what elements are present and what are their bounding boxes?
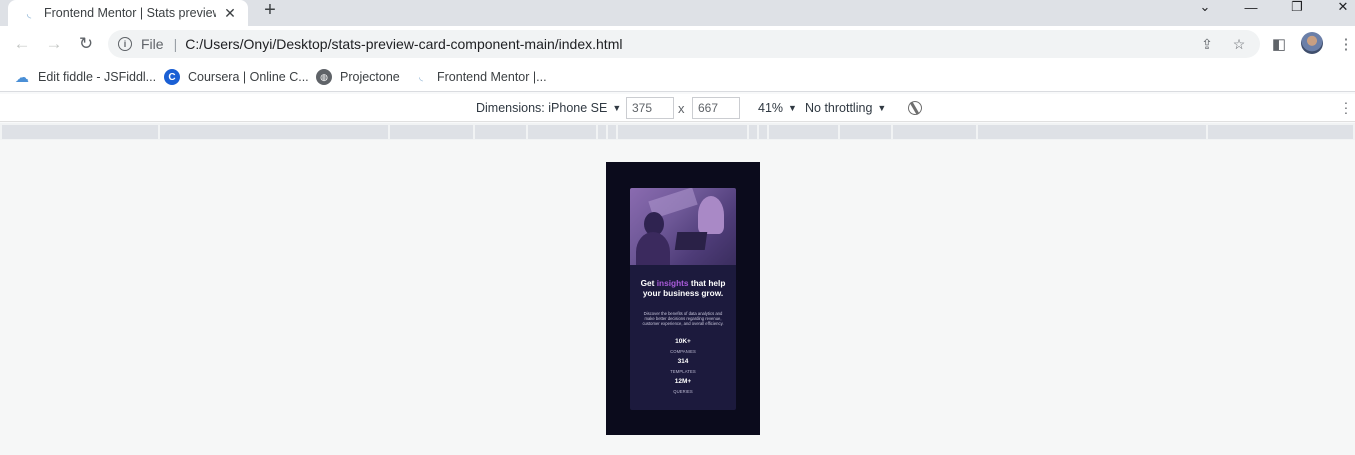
zoom-label: 41%: [758, 101, 784, 115]
bookmark-label: Projectone: [340, 70, 400, 84]
url-separator: |: [173, 36, 178, 52]
back-arrow-icon[interactable]: ←: [12, 34, 32, 54]
share-icon[interactable]: ⇪: [1198, 35, 1216, 53]
caret-down-icon: ▼: [877, 103, 887, 113]
info-icon[interactable]: i: [118, 37, 132, 51]
more-options-icon[interactable]: · · ·: [1343, 95, 1349, 119]
url-text[interactable]: C:/Users/Onyi/Desktop/stats-preview-card…: [185, 36, 622, 52]
caret-down-icon: ▼: [788, 103, 797, 113]
reload-icon[interactable]: ↻: [76, 34, 96, 54]
bookmark-frontend-mentor[interactable]: ◟ Frontend Mentor |...: [413, 68, 547, 86]
ruler-segment[interactable]: [893, 125, 976, 139]
device-dimensions-select[interactable]: Dimensions: iPhone SE ▼: [476, 101, 621, 115]
stat-templates: 314 TEMPLATES: [630, 358, 736, 375]
side-panel-icon[interactable]: ◧: [1269, 34, 1289, 54]
globe-icon: ◍: [316, 69, 332, 85]
ruler-segment[interactable]: [769, 125, 838, 139]
ruler-segment[interactable]: [1208, 125, 1353, 139]
coursera-icon: C: [164, 69, 180, 85]
ruler-segment[interactable]: [618, 125, 747, 139]
forward-arrow-icon[interactable]: →: [44, 34, 64, 54]
stat-label: COMPANIES: [670, 349, 696, 354]
profile-avatar[interactable]: [1301, 32, 1323, 54]
stat-value: 314: [677, 358, 689, 365]
ruler-segment[interactable]: [978, 125, 1206, 139]
stat-value: 10K+: [675, 338, 691, 345]
star-icon[interactable]: ☆: [1230, 35, 1248, 53]
ruler-segment[interactable]: [475, 125, 526, 139]
close-tab-icon[interactable]: ✕: [222, 5, 238, 21]
height-input[interactable]: 667: [692, 97, 740, 119]
cloud-icon: ☁: [15, 68, 29, 85]
bookmark-label: Edit fiddle - JSFiddl...: [38, 70, 157, 84]
restore-icon[interactable]: ❐: [1289, 0, 1305, 14]
bookmark-label: Frontend Mentor |...: [437, 70, 547, 84]
frontend-mentor-icon: ◟: [419, 71, 423, 83]
device-screen: Get insights that help your business gro…: [606, 162, 760, 435]
stat-companies: 10K+ COMPANIES: [630, 338, 736, 355]
width-input[interactable]: 375: [626, 97, 674, 119]
stat-label: QUERIES: [673, 389, 693, 394]
ruler-segment[interactable]: [840, 125, 891, 139]
menu-kebab-icon[interactable]: ⋮: [1336, 34, 1355, 54]
browser-toolbar: ← → ↻ i File | C:/Users/Onyi/Desktop/sta…: [0, 26, 1355, 62]
bookmark-coursera[interactable]: C Coursera | Online C...: [164, 68, 309, 86]
title-prefix: Get: [640, 278, 657, 288]
dimension-separator: x: [678, 101, 685, 116]
stat-value: 12M+: [674, 378, 692, 385]
dimensions-label: Dimensions: iPhone SE: [476, 101, 608, 115]
new-tab-icon[interactable]: +: [260, 0, 280, 20]
minimize-icon[interactable]: —: [1243, 0, 1259, 15]
caret-down-icon: ▼: [612, 103, 622, 113]
ruler-segment[interactable]: [390, 125, 473, 139]
bookmark-label: Coursera | Online C...: [188, 70, 309, 84]
stat-label: TEMPLATES: [670, 369, 696, 374]
ruler-segment[interactable]: [2, 125, 158, 139]
ruler-segment[interactable]: [528, 125, 596, 139]
stat-queries: 12M+ QUERIES: [630, 378, 736, 395]
ruler-segment[interactable]: [160, 125, 388, 139]
ruler-segment[interactable]: [749, 125, 757, 139]
zoom-select[interactable]: 41% ▼: [758, 101, 797, 115]
stats-preview-card: Get insights that help your business gro…: [630, 188, 736, 410]
card-description: Discover the benefits of data analytics …: [642, 311, 724, 326]
frontend-mentor-favicon-icon: ◟: [26, 7, 32, 20]
bookmark-jsfiddle[interactable]: ☁ Edit fiddle - JSFiddl...: [14, 68, 156, 86]
tab-strip: ◟ Frontend Mentor | Stats preview card c…: [0, 0, 1355, 26]
card-hero-image: [630, 188, 736, 265]
card-title: Get insights that help your business gro…: [638, 278, 728, 298]
ruler-segment[interactable]: [598, 125, 606, 139]
device-toolbar: Dimensions: iPhone SE ▼ 375 x 667 41% ▼ …: [0, 94, 1355, 122]
bookmark-projectone[interactable]: ◍ Projectone: [316, 68, 400, 86]
tab-title: Frontend Mentor | Stats preview card com…: [44, 6, 216, 20]
url-scheme: File: [141, 36, 164, 52]
media-query-ruler: [0, 123, 1355, 140]
emulated-viewport-area: Get insights that help your business gro…: [0, 140, 1355, 455]
browser-tab[interactable]: ◟ Frontend Mentor | Stats preview card c…: [8, 0, 248, 26]
address-bar[interactable]: i File | C:/Users/Onyi/Desktop/stats-pre…: [108, 30, 1260, 58]
throttling-label: No throttling: [805, 101, 873, 115]
throttling-select[interactable]: No throttling ▼: [805, 101, 886, 115]
ruler-segment[interactable]: [608, 125, 616, 139]
chevron-down-icon[interactable]: ⌄: [1197, 0, 1213, 14]
title-accent: insights: [656, 278, 689, 288]
rotate-icon[interactable]: [905, 98, 925, 118]
close-window-icon[interactable]: ✕: [1335, 0, 1351, 14]
ruler-segment[interactable]: [759, 125, 767, 139]
bookmarks-bar: ☁ Edit fiddle - JSFiddl... C Coursera | …: [0, 62, 1355, 92]
